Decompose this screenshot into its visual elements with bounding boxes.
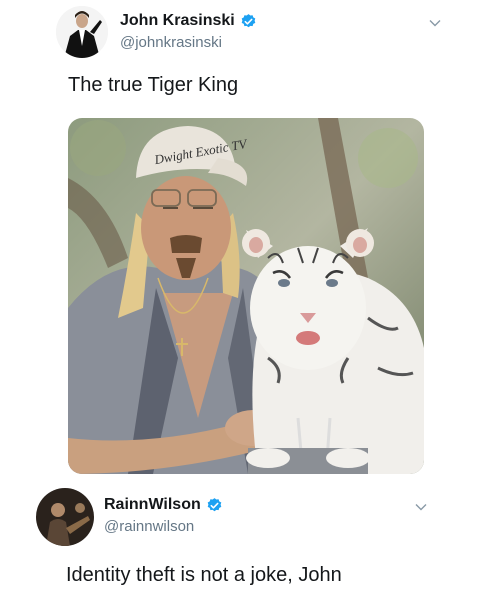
avatar-rainn-wilson-image (36, 488, 94, 546)
avatar-john-krasinski-image (56, 6, 108, 58)
avatar[interactable] (56, 6, 108, 58)
chevron-down-icon[interactable] (414, 500, 428, 514)
tweet-rainn-wilson: RainnWilson @rainnwilson Identity theft … (0, 480, 503, 600)
tweet-text: The true Tiger King (68, 74, 239, 96)
handle[interactable]: @rainnwilson (104, 518, 194, 535)
display-name[interactable]: RainnWilson (104, 496, 201, 514)
verified-badge-icon (241, 13, 256, 27)
chevron-down-icon[interactable] (428, 16, 442, 30)
tweet-john-krasinski: John Krasinski @johnkrasinski The true T… (0, 0, 503, 490)
verified-badge-icon (207, 497, 222, 511)
display-name[interactable]: John Krasinski (120, 12, 235, 30)
tweet-text: Identity theft is not a joke, John (66, 564, 342, 586)
tiger-king-photo-image: Dwight Exotic TV (68, 118, 424, 474)
tweet-photo[interactable]: Dwight Exotic TV (68, 118, 424, 474)
avatar[interactable] (36, 488, 94, 546)
handle[interactable]: @johnkrasinski (120, 34, 222, 51)
